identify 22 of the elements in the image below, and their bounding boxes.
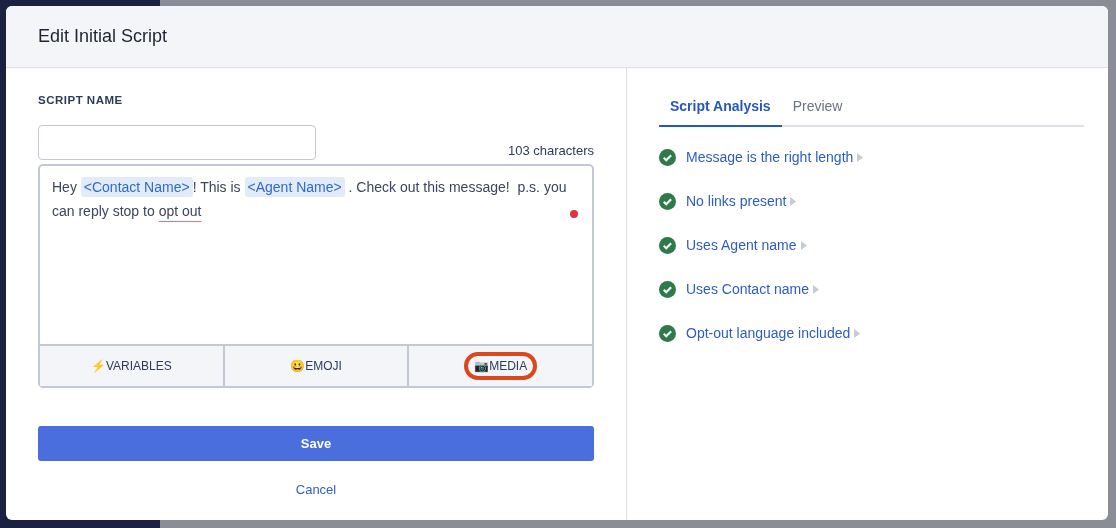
caret-icon <box>857 152 864 162</box>
caret-icon <box>854 328 861 338</box>
check-item[interactable]: Uses Contact name <box>686 278 819 300</box>
check-item[interactable]: Uses Agent name <box>686 234 807 256</box>
caret-icon <box>812 284 819 294</box>
character-count: 103 characters <box>508 141 594 160</box>
message-text: Hey <Contact Name> ! This is <Agent Name> . Check out this message! p.s. you can reply stop to opt out <box>52 176 568 222</box>
input-field[interactable] <box>38 125 316 161</box>
field-label: SCRIPT NAME <box>38 93 124 108</box>
cancel-link[interactable]: Cancel <box>295 482 337 498</box>
modal-title: Edit Initial Script <box>38 25 168 48</box>
toolbar-button[interactable]: 📷MEDIA <box>407 346 592 387</box>
caret-icon <box>800 240 807 250</box>
tab[interactable]: Script Analysis <box>659 90 782 127</box>
caret-icon <box>790 196 797 206</box>
tab[interactable]: Preview <box>781 90 854 127</box>
check-item[interactable]: No links present <box>686 190 797 212</box>
save-button[interactable]: Save <box>38 426 594 462</box>
toolbar-button[interactable]: ⚡VARIABLES <box>40 346 223 387</box>
message-editor[interactable]: Hey <Contact Name> ! This is <Agent Name> . Check out this message! p.s. you can reply stop to opt out ⚡VARIABLES 😀EMOJI 📷MEDIA <box>38 164 594 389</box>
check-item[interactable]: Message is the right length <box>686 146 864 168</box>
check-item[interactable]: Opt-out language included <box>686 322 861 344</box>
